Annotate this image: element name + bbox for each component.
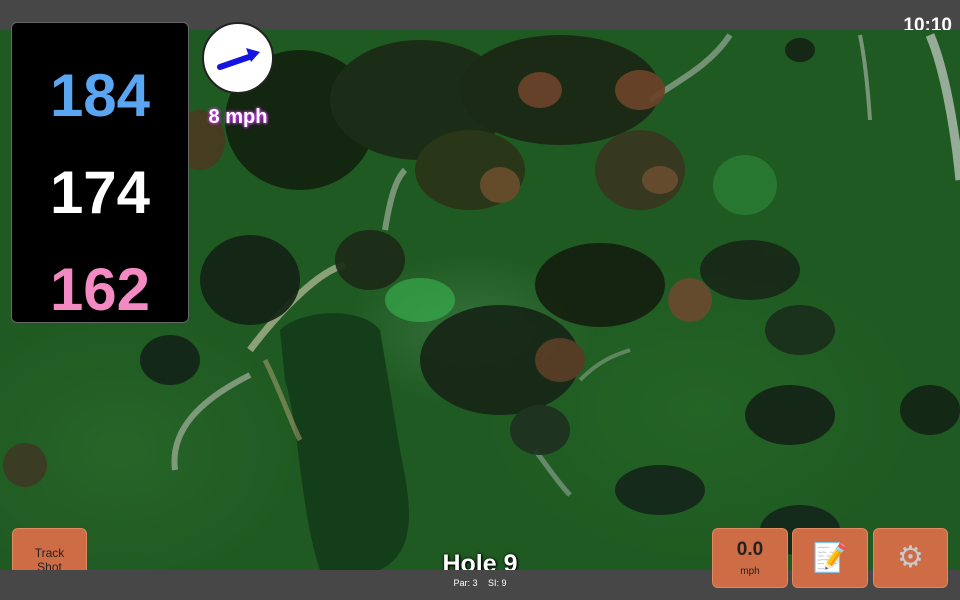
wind-speed: 8 mph xyxy=(208,106,268,128)
center-yardage: 174 xyxy=(49,159,151,226)
wind-arrow-icon xyxy=(217,48,260,70)
gear-icon: ⚙ xyxy=(897,541,924,574)
settings-button[interactable]: ⚙ xyxy=(873,528,948,588)
speed-unit: mph xyxy=(740,566,760,577)
speed-value: 0.0 xyxy=(736,539,764,560)
track-shot-label-line1: Track xyxy=(34,546,65,560)
notepad-icon: 📝 xyxy=(812,542,848,573)
hole-info: Par: 3 SI: 9 xyxy=(400,578,560,588)
scorecard-notes-button[interactable]: 📝 xyxy=(792,528,868,588)
wind-direction-indicator xyxy=(202,22,274,94)
speed-button[interactable]: 0.0 mph xyxy=(712,528,788,588)
back-yardage: 184 xyxy=(49,62,151,129)
hole-par: Par: 3 xyxy=(453,578,478,588)
yardage-panel[interactable]: 184 174 162 xyxy=(11,22,189,323)
hole-stroke-index: SI: 9 xyxy=(488,578,507,588)
front-yardage: 162 xyxy=(49,256,151,323)
